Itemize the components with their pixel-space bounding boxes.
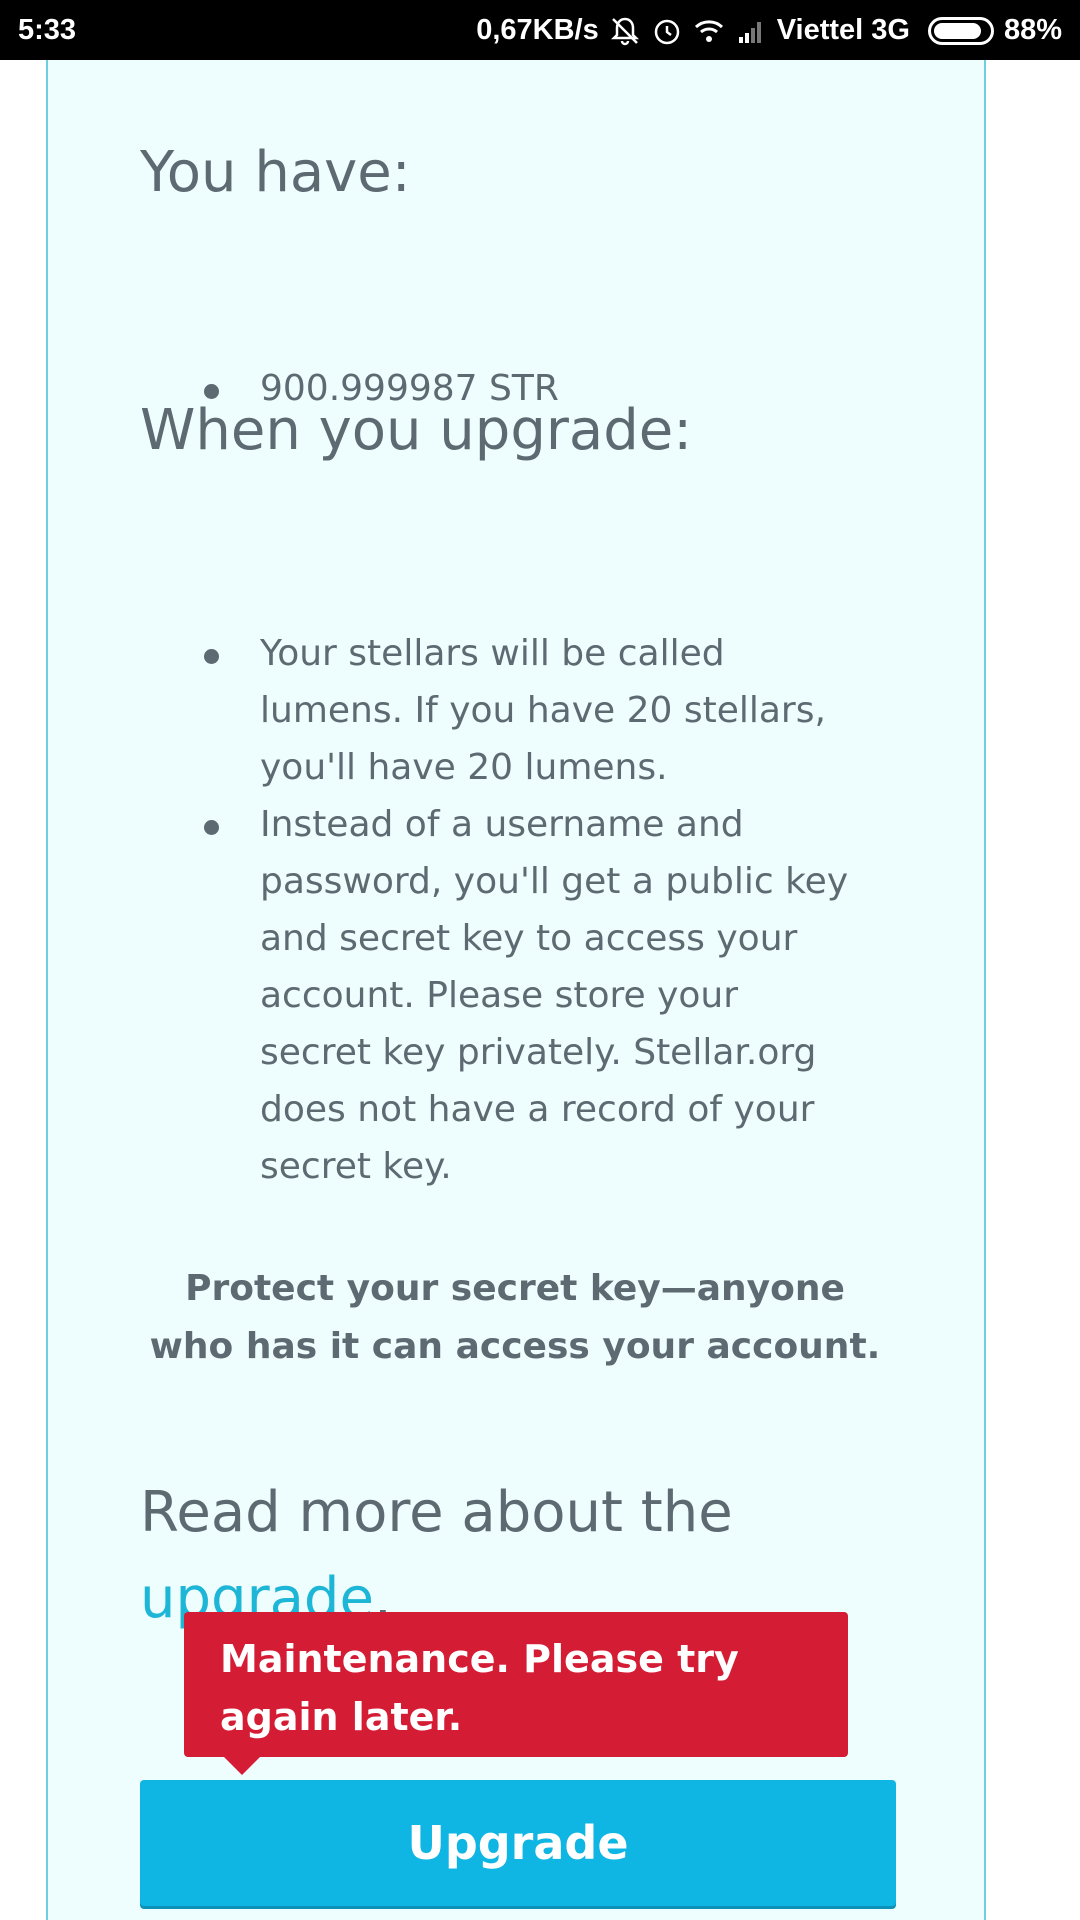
- status-bar: 5:33 0,67KB/s Viettel 3G 88%: [0, 0, 1080, 60]
- carrier-name: Viettel 3G: [776, 14, 910, 46]
- when-upgrade-heading: When you upgrade:: [140, 398, 693, 463]
- error-tooltip: Maintenance. Please try again later.: [184, 1612, 848, 1775]
- wifi-icon: [693, 15, 725, 47]
- read-more-prefix: Read more about the: [140, 1480, 733, 1545]
- alarm-icon: [651, 15, 683, 47]
- upgrade-button[interactable]: Upgrade: [140, 1780, 896, 1906]
- upgrade-panel: You have: 900.999987 STR When you upgrad…: [46, 60, 986, 1920]
- secret-key-warning: Protect your secret key—anyone who has i…: [149, 1268, 881, 1367]
- status-time: 5:33: [18, 14, 77, 46]
- signal-icon: [735, 15, 767, 47]
- network-speed: 0,67KB/s: [476, 14, 599, 46]
- upgrade-points-list: Your stellars will be called lumens. If …: [140, 625, 860, 1195]
- upgrade-point: Your stellars will be called lumens. If …: [140, 625, 860, 796]
- battery-icon: [927, 16, 994, 45]
- battery-percent: 88%: [1003, 14, 1062, 46]
- you-have-heading: You have:: [140, 140, 411, 205]
- battery-fill: [933, 22, 982, 39]
- status-icons: 0,67KB/s Viettel 3G 88%: [476, 14, 1062, 47]
- upgrade-point: Instead of a username and password, you'…: [140, 796, 860, 1195]
- mute-bell-icon: [609, 15, 641, 47]
